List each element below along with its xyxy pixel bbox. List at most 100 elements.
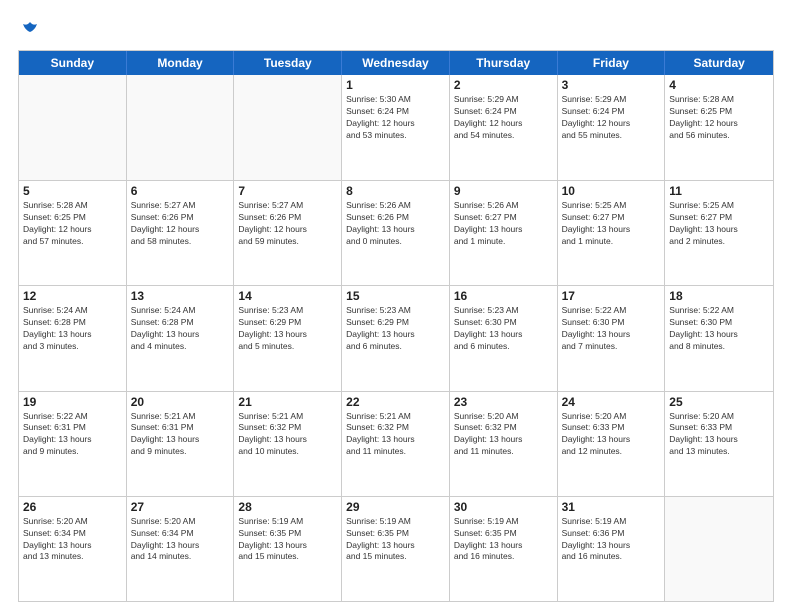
- day-info: Sunrise: 5:19 AM Sunset: 6:35 PM Dayligh…: [454, 516, 553, 564]
- day-number: 31: [562, 500, 661, 514]
- day-number: 12: [23, 289, 122, 303]
- day-info: Sunrise: 5:30 AM Sunset: 6:24 PM Dayligh…: [346, 94, 445, 142]
- weekday-header-thursday: Thursday: [450, 51, 558, 75]
- calendar-row-4: 26 Sunrise: 5:20 AM Sunset: 6:34 PM Dayli…: [19, 496, 773, 601]
- day-info: Sunrise: 5:29 AM Sunset: 6:24 PM Dayligh…: [454, 94, 553, 142]
- day-number: 17: [562, 289, 661, 303]
- day-cell-26: 26 Sunrise: 5:20 AM Sunset: 6:34 PM Dayli…: [19, 497, 127, 601]
- weekday-header-tuesday: Tuesday: [234, 51, 342, 75]
- day-cell-25: 25 Sunrise: 5:20 AM Sunset: 6:33 PM Dayli…: [665, 392, 773, 496]
- logo: [18, 18, 42, 40]
- calendar: SundayMondayTuesdayWednesdayThursdayFrid…: [18, 50, 774, 602]
- day-info: Sunrise: 5:19 AM Sunset: 6:35 PM Dayligh…: [346, 516, 445, 564]
- day-number: 23: [454, 395, 553, 409]
- day-number: 13: [131, 289, 230, 303]
- calendar-row-3: 19 Sunrise: 5:22 AM Sunset: 6:31 PM Dayli…: [19, 391, 773, 496]
- empty-cell-4-6: [665, 497, 773, 601]
- day-cell-6: 6 Sunrise: 5:27 AM Sunset: 6:26 PM Daylig…: [127, 181, 235, 285]
- day-info: Sunrise: 5:27 AM Sunset: 6:26 PM Dayligh…: [131, 200, 230, 248]
- day-info: Sunrise: 5:24 AM Sunset: 6:28 PM Dayligh…: [131, 305, 230, 353]
- day-number: 3: [562, 78, 661, 92]
- day-info: Sunrise: 5:27 AM Sunset: 6:26 PM Dayligh…: [238, 200, 337, 248]
- day-number: 4: [669, 78, 769, 92]
- day-cell-20: 20 Sunrise: 5:21 AM Sunset: 6:31 PM Dayli…: [127, 392, 235, 496]
- day-cell-21: 21 Sunrise: 5:21 AM Sunset: 6:32 PM Dayli…: [234, 392, 342, 496]
- day-info: Sunrise: 5:22 AM Sunset: 6:30 PM Dayligh…: [562, 305, 661, 353]
- day-info: Sunrise: 5:25 AM Sunset: 6:27 PM Dayligh…: [669, 200, 769, 248]
- day-cell-28: 28 Sunrise: 5:19 AM Sunset: 6:35 PM Dayli…: [234, 497, 342, 601]
- day-cell-15: 15 Sunrise: 5:23 AM Sunset: 6:29 PM Dayli…: [342, 286, 450, 390]
- day-info: Sunrise: 5:28 AM Sunset: 6:25 PM Dayligh…: [23, 200, 122, 248]
- day-cell-12: 12 Sunrise: 5:24 AM Sunset: 6:28 PM Dayli…: [19, 286, 127, 390]
- logo-text: [18, 18, 42, 40]
- day-number: 25: [669, 395, 769, 409]
- day-number: 7: [238, 184, 337, 198]
- day-cell-23: 23 Sunrise: 5:20 AM Sunset: 6:32 PM Dayli…: [450, 392, 558, 496]
- day-info: Sunrise: 5:19 AM Sunset: 6:35 PM Dayligh…: [238, 516, 337, 564]
- day-info: Sunrise: 5:22 AM Sunset: 6:31 PM Dayligh…: [23, 411, 122, 459]
- empty-cell-0-2: [234, 75, 342, 180]
- empty-cell-0-1: [127, 75, 235, 180]
- day-cell-11: 11Sunrise: 5:25 AM Sunset: 6:27 PM Dayli…: [665, 181, 773, 285]
- day-info: Sunrise: 5:19 AM Sunset: 6:36 PM Dayligh…: [562, 516, 661, 564]
- calendar-header: SundayMondayTuesdayWednesdayThursdayFrid…: [19, 51, 773, 75]
- day-number: 22: [346, 395, 445, 409]
- weekday-header-monday: Monday: [127, 51, 235, 75]
- day-info: Sunrise: 5:20 AM Sunset: 6:34 PM Dayligh…: [131, 516, 230, 564]
- weekday-header-wednesday: Wednesday: [342, 51, 450, 75]
- day-cell-18: 18Sunrise: 5:22 AM Sunset: 6:30 PM Dayli…: [665, 286, 773, 390]
- day-info: Sunrise: 5:23 AM Sunset: 6:29 PM Dayligh…: [346, 305, 445, 353]
- day-cell-30: 30Sunrise: 5:19 AM Sunset: 6:35 PM Dayli…: [450, 497, 558, 601]
- day-info: Sunrise: 5:26 AM Sunset: 6:26 PM Dayligh…: [346, 200, 445, 248]
- day-cell-19: 19 Sunrise: 5:22 AM Sunset: 6:31 PM Dayli…: [19, 392, 127, 496]
- weekday-header-saturday: Saturday: [665, 51, 773, 75]
- day-cell-8: 8Sunrise: 5:26 AM Sunset: 6:26 PM Daylig…: [342, 181, 450, 285]
- day-cell-27: 27Sunrise: 5:20 AM Sunset: 6:34 PM Dayli…: [127, 497, 235, 601]
- calendar-body: 1Sunrise: 5:30 AM Sunset: 6:24 PM Daylig…: [19, 75, 773, 601]
- day-info: Sunrise: 5:24 AM Sunset: 6:28 PM Dayligh…: [23, 305, 122, 353]
- page: SundayMondayTuesdayWednesdayThursdayFrid…: [0, 0, 792, 612]
- day-cell-29: 29 Sunrise: 5:19 AM Sunset: 6:35 PM Dayli…: [342, 497, 450, 601]
- day-info: Sunrise: 5:29 AM Sunset: 6:24 PM Dayligh…: [562, 94, 661, 142]
- day-number: 26: [23, 500, 122, 514]
- day-number: 18: [669, 289, 769, 303]
- day-number: 15: [346, 289, 445, 303]
- day-cell-31: 31 Sunrise: 5:19 AM Sunset: 6:36 PM Dayli…: [558, 497, 666, 601]
- day-number: 24: [562, 395, 661, 409]
- calendar-row-1: 5 Sunrise: 5:28 AM Sunset: 6:25 PM Daylig…: [19, 180, 773, 285]
- day-number: 19: [23, 395, 122, 409]
- day-info: Sunrise: 5:23 AM Sunset: 6:30 PM Dayligh…: [454, 305, 553, 353]
- day-info: Sunrise: 5:20 AM Sunset: 6:33 PM Dayligh…: [562, 411, 661, 459]
- day-number: 10: [562, 184, 661, 198]
- day-cell-2: 2Sunrise: 5:29 AM Sunset: 6:24 PM Daylig…: [450, 75, 558, 180]
- day-cell-5: 5 Sunrise: 5:28 AM Sunset: 6:25 PM Daylig…: [19, 181, 127, 285]
- day-info: Sunrise: 5:20 AM Sunset: 6:32 PM Dayligh…: [454, 411, 553, 459]
- day-number: 5: [23, 184, 122, 198]
- header: [18, 18, 774, 40]
- day-cell-1: 1Sunrise: 5:30 AM Sunset: 6:24 PM Daylig…: [342, 75, 450, 180]
- day-cell-16: 16Sunrise: 5:23 AM Sunset: 6:30 PM Dayli…: [450, 286, 558, 390]
- calendar-row-0: 1Sunrise: 5:30 AM Sunset: 6:24 PM Daylig…: [19, 75, 773, 180]
- day-number: 28: [238, 500, 337, 514]
- day-info: Sunrise: 5:21 AM Sunset: 6:32 PM Dayligh…: [346, 411, 445, 459]
- day-info: Sunrise: 5:20 AM Sunset: 6:33 PM Dayligh…: [669, 411, 769, 459]
- calendar-row-2: 12 Sunrise: 5:24 AM Sunset: 6:28 PM Dayli…: [19, 285, 773, 390]
- day-number: 20: [131, 395, 230, 409]
- day-cell-10: 10 Sunrise: 5:25 AM Sunset: 6:27 PM Dayli…: [558, 181, 666, 285]
- day-info: Sunrise: 5:21 AM Sunset: 6:31 PM Dayligh…: [131, 411, 230, 459]
- day-info: Sunrise: 5:25 AM Sunset: 6:27 PM Dayligh…: [562, 200, 661, 248]
- day-cell-13: 13 Sunrise: 5:24 AM Sunset: 6:28 PM Dayli…: [127, 286, 235, 390]
- day-number: 9: [454, 184, 553, 198]
- day-cell-9: 9Sunrise: 5:26 AM Sunset: 6:27 PM Daylig…: [450, 181, 558, 285]
- day-cell-4: 4Sunrise: 5:28 AM Sunset: 6:25 PM Daylig…: [665, 75, 773, 180]
- day-cell-24: 24 Sunrise: 5:20 AM Sunset: 6:33 PM Dayli…: [558, 392, 666, 496]
- day-info: Sunrise: 5:21 AM Sunset: 6:32 PM Dayligh…: [238, 411, 337, 459]
- day-number: 29: [346, 500, 445, 514]
- empty-cell-0-0: [19, 75, 127, 180]
- logo-wave-icon: [19, 18, 41, 40]
- day-number: 6: [131, 184, 230, 198]
- weekday-header-friday: Friday: [558, 51, 666, 75]
- day-info: Sunrise: 5:20 AM Sunset: 6:34 PM Dayligh…: [23, 516, 122, 564]
- day-number: 14: [238, 289, 337, 303]
- day-number: 21: [238, 395, 337, 409]
